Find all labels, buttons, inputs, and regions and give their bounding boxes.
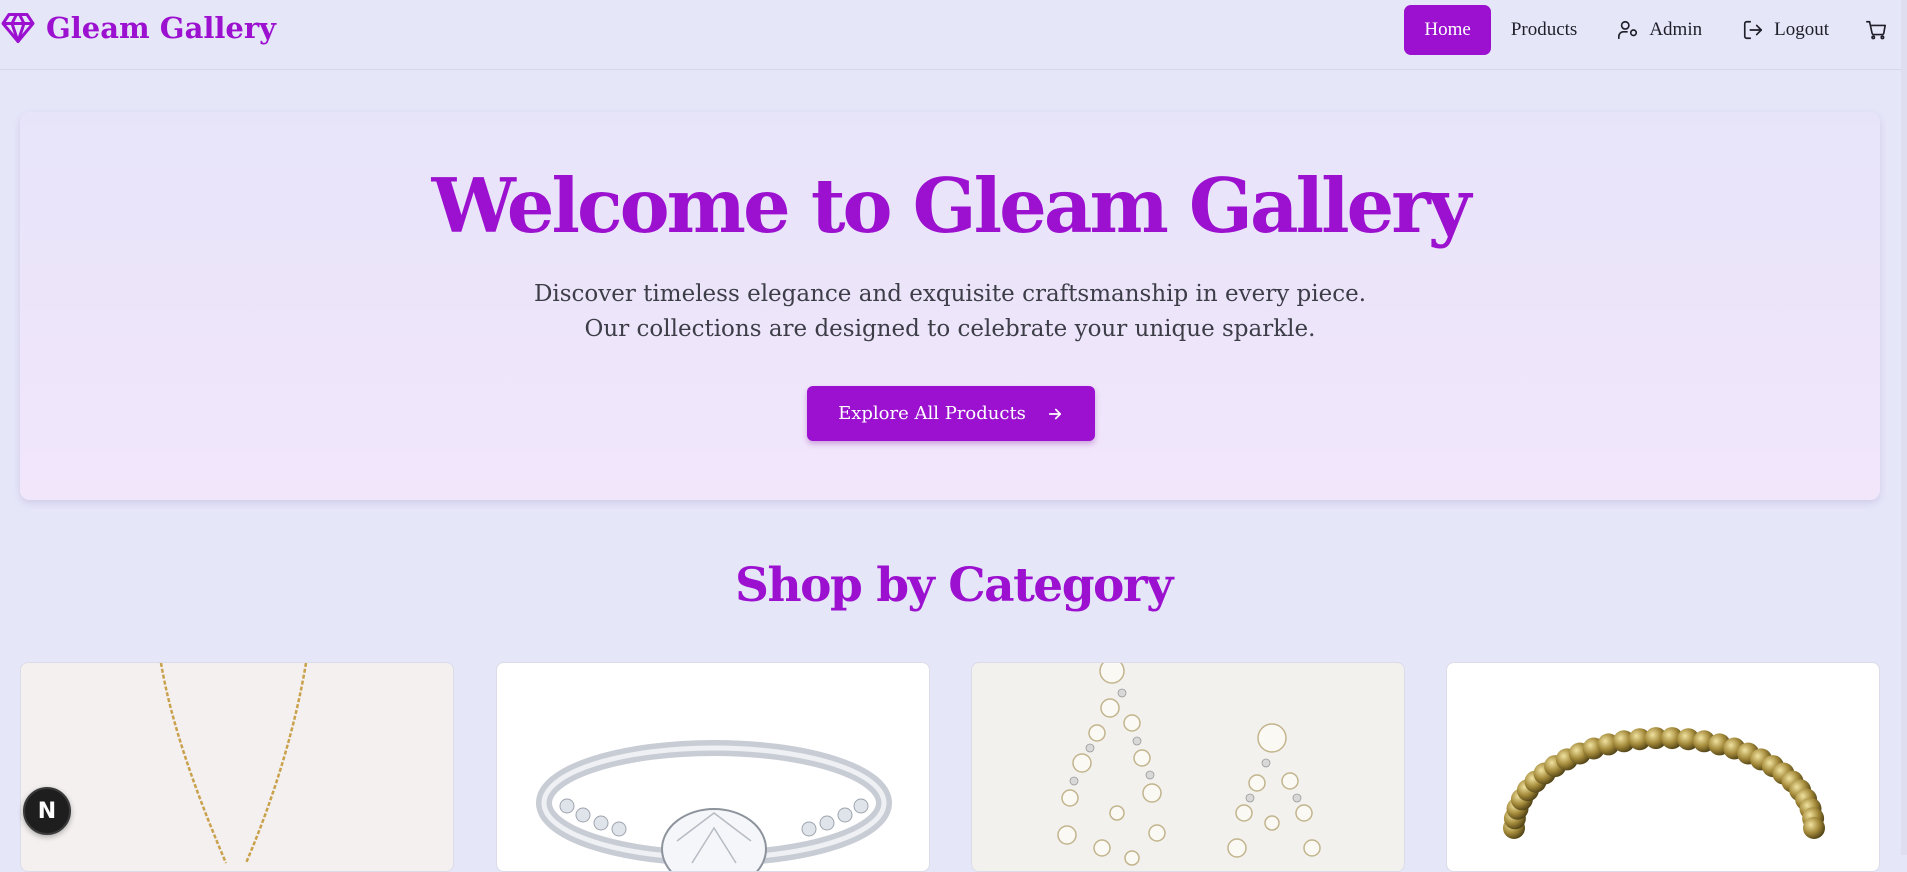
nav-home-button[interactable]: Home — [1404, 5, 1491, 55]
cart-button[interactable] — [1849, 5, 1907, 55]
hero-subtitle-line-2: Our collections are designed to celebrat… — [584, 316, 1316, 342]
explore-products-label: Explore All Products — [838, 403, 1026, 424]
nav-links: Home Products Admin Logout — [1404, 5, 1907, 55]
gold-bead-bracelet-image — [1503, 727, 1825, 839]
hero-title: Welcome to Gleam Gallery — [431, 162, 1472, 250]
user-settings-icon — [1618, 20, 1638, 40]
brand-logo-link[interactable]: Gleam Gallery — [0, 10, 276, 46]
category-section-title: Shop by Category — [735, 558, 1173, 613]
explore-products-button[interactable]: Explore All Products — [807, 386, 1095, 441]
brand-name: Gleam Gallery — [46, 11, 276, 45]
nav-products-label: Products — [1510, 19, 1578, 40]
logout-icon — [1744, 20, 1763, 40]
nav-logout-button[interactable]: Logout — [1722, 5, 1849, 55]
nav-admin-button[interactable]: Admin — [1597, 5, 1722, 55]
category-card-rings[interactable] — [496, 662, 930, 872]
nav-admin-label: Admin — [1649, 19, 1703, 40]
category-card-bracelets[interactable] — [1446, 662, 1880, 872]
category-card-earrings[interactable] — [971, 662, 1405, 872]
nav-logout-label: Logout — [1774, 19, 1829, 40]
dev-tools-badge[interactable]: N — [23, 787, 71, 835]
diamond-icon — [1, 13, 35, 43]
hero-banner: Welcome to Gleam Gallery Discover timele… — [20, 112, 1880, 500]
top-navbar: Gleam Gallery Home Products Admin Logout — [0, 0, 1907, 70]
bracelet-bead — [1803, 817, 1825, 839]
category-card-necklaces[interactable] — [20, 662, 454, 872]
cart-icon — [1866, 20, 1886, 40]
hero-subtitle: Discover timeless elegance and exquisite… — [20, 277, 1880, 347]
nav-products-button[interactable]: Products — [1491, 5, 1598, 55]
pearl-earrings-image — [1057, 663, 1321, 866]
nav-home-label: Home — [1424, 19, 1471, 40]
arrow-right-icon — [1048, 408, 1061, 419]
diamond-ring-image — [536, 740, 892, 871]
page-scrollbar[interactable] — [1901, 0, 1907, 855]
hero-subtitle-line-1: Discover timeless elegance and exquisite… — [533, 281, 1367, 307]
gold-necklace-image — [159, 663, 308, 864]
